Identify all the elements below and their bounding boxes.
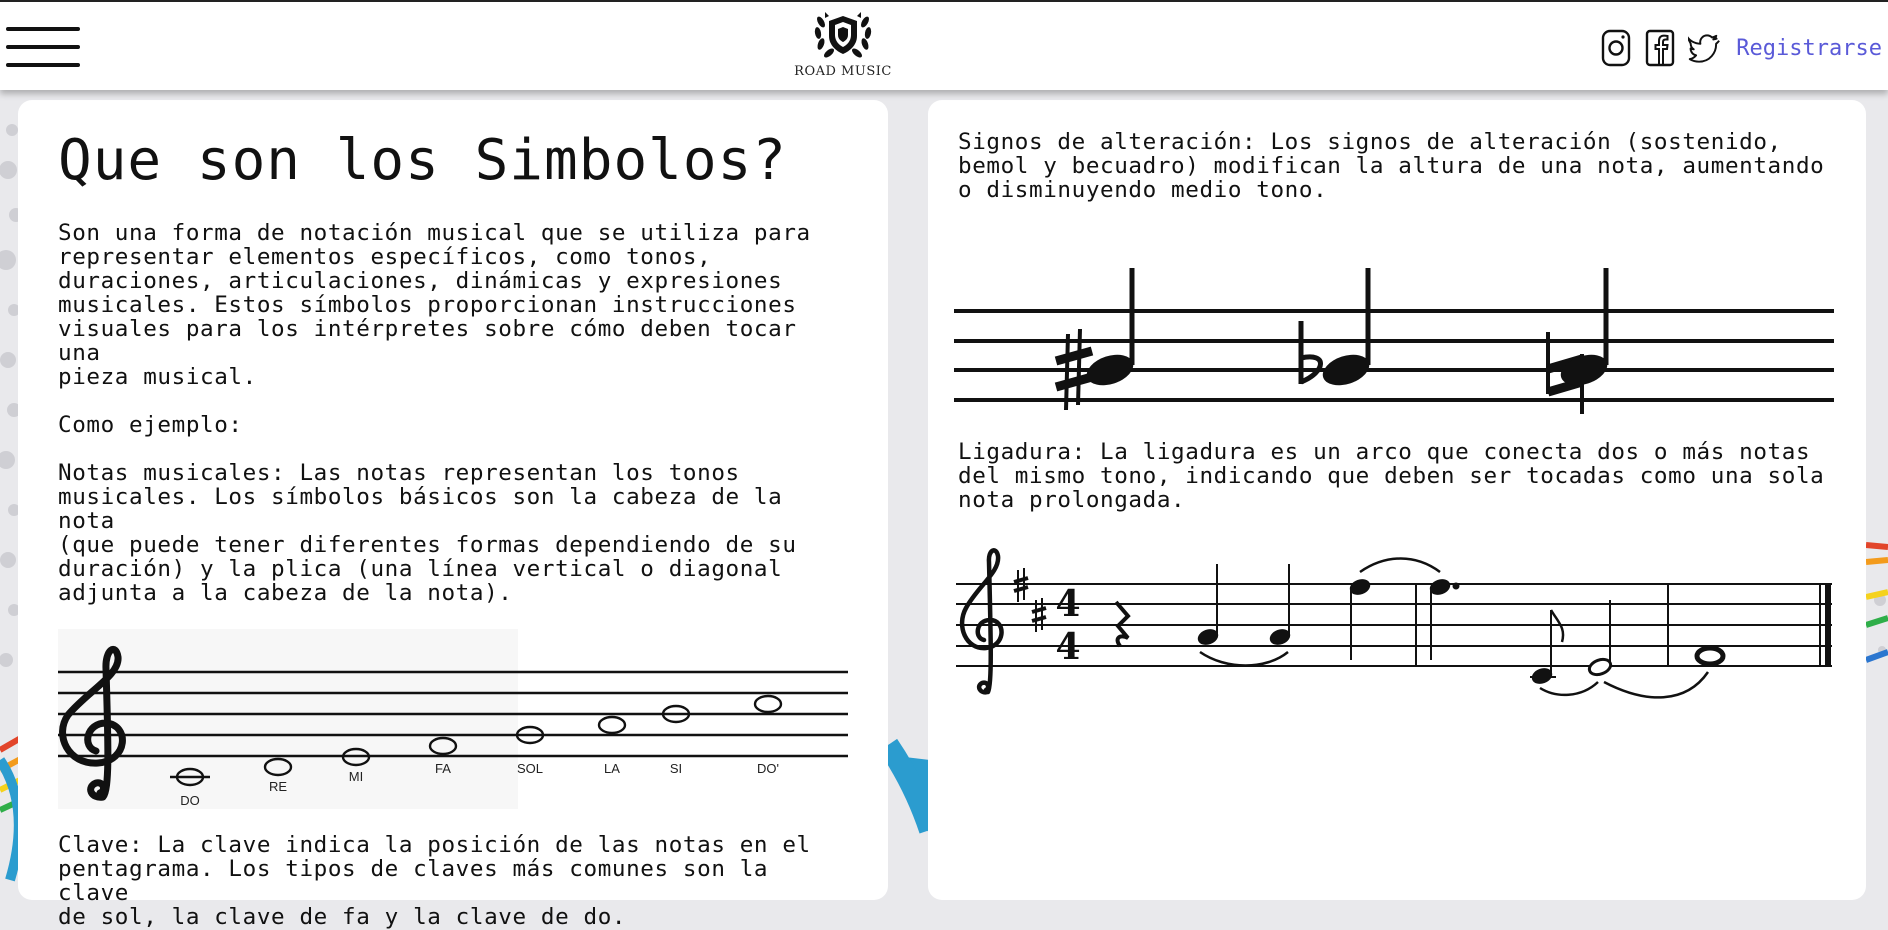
- symbols-examples-card: Signos de alteración: Los signos de alte…: [928, 100, 1866, 900]
- time-signature-bottom: 4: [1055, 626, 1080, 668]
- tie-arcs: [1199, 557, 1710, 699]
- scale-label-la: LA: [604, 761, 620, 776]
- scale-label-re: RE: [269, 779, 287, 794]
- key-signature-sharps: [1013, 568, 1047, 632]
- accidentals-figure: [954, 268, 1834, 414]
- time-signature-top: 4: [1055, 583, 1080, 625]
- logo-text: ROAD MUSIC: [794, 64, 892, 79]
- scale-label-si: SI: [670, 761, 682, 776]
- scale-label-mi: MI: [349, 769, 363, 784]
- twitter-icon[interactable]: [1688, 28, 1721, 68]
- social-links: Registrarse: [1600, 26, 1882, 70]
- treble-clef-icon: [959, 548, 1004, 695]
- register-link[interactable]: Registrarse: [1736, 36, 1882, 61]
- facebook-icon[interactable]: [1644, 28, 1676, 68]
- scale-label-sol: SOL: [517, 761, 543, 776]
- laurel-shield-icon: [814, 12, 872, 58]
- clef-paragraph: Clave: La clave indica la posición de la…: [58, 832, 811, 930]
- scale-label-fa: FA: [435, 761, 451, 776]
- top-navbar: ROAD MUSIC Registrarse: [0, 0, 1888, 90]
- flat-icon: [1298, 321, 1323, 385]
- accidentals-paragraph: Signos de alteración: Los signos de alte…: [958, 129, 1825, 203]
- intro-paragraph: Son una forma de notación musical que se…: [58, 220, 811, 390]
- menu-icon[interactable]: [6, 27, 80, 67]
- notes-paragraph: Notas musicales: Las notas representan l…: [58, 460, 797, 606]
- scale-label-do: DO: [180, 793, 200, 808]
- c-major-scale-figure: DO RE MI FA SOL LA SI DO': [58, 629, 848, 809]
- tie-paragraph: Ligadura: La ligadura es un arco que con…: [958, 439, 1825, 513]
- symbols-intro-card: Que son los Simbolos? Son una forma de n…: [18, 100, 888, 929]
- instagram-icon[interactable]: [1600, 28, 1632, 68]
- page-title: Que son los Simbolos?: [58, 128, 788, 193]
- site-logo[interactable]: ROAD MUSIC: [778, 8, 908, 86]
- scale-label-do-high: DO': [757, 761, 779, 776]
- example-label: Como ejemplo:: [58, 412, 243, 438]
- tie-example-figure: 4 4: [956, 548, 1832, 699]
